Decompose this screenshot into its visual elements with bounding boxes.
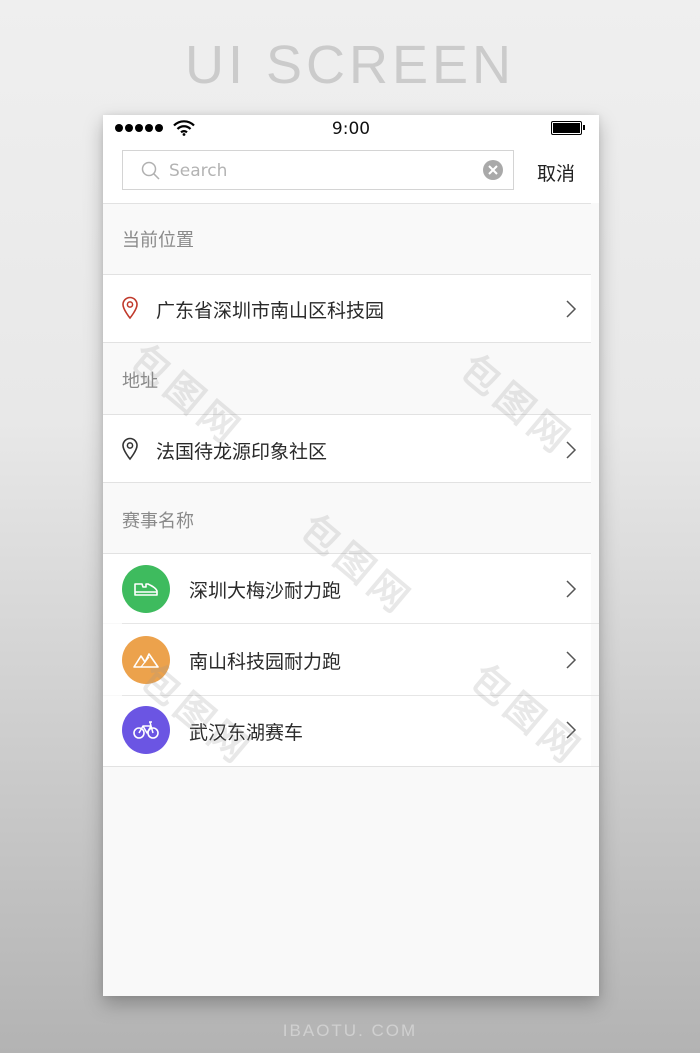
chevron-right-icon — [566, 300, 577, 318]
section-header-address: 地址 — [103, 343, 599, 414]
chevron-right-icon — [566, 651, 577, 669]
phone-screen: 9:00 Search 取消 当前位置 广东省深圳市南山区科技园 地址 法国待龙… — [103, 115, 599, 996]
event-icon-circle — [122, 565, 170, 613]
current-location-label: 广东省深圳市南山区科技园 — [156, 300, 385, 322]
hero-title: UI SCREEN — [184, 35, 516, 95]
section-title: 赛事名称 — [122, 511, 194, 532]
search-icon — [141, 161, 160, 180]
event-item[interactable]: 深圳大梅沙耐力跑 — [103, 554, 591, 623]
section-title: 地址 — [122, 371, 158, 392]
chevron-right-icon — [566, 580, 577, 598]
search-placeholder: Search — [169, 161, 228, 181]
section-header-current-location: 当前位置 — [103, 204, 599, 274]
address-label: 法国待龙源印象社区 — [156, 441, 328, 463]
chevron-right-icon — [566, 441, 577, 459]
status-time: 9:00 — [331, 119, 371, 139]
divider — [103, 766, 599, 767]
search-input[interactable]: Search — [122, 150, 514, 190]
battery-icon — [551, 121, 585, 135]
bicycle-icon — [133, 721, 159, 739]
map-pin-icon — [122, 296, 138, 320]
event-icon-circle — [122, 636, 170, 684]
footer-brand: IBAOTU. COM — [282, 1021, 418, 1040]
cancel-button[interactable]: 取消 — [537, 159, 575, 186]
clear-search-icon[interactable] — [483, 160, 503, 180]
event-item[interactable]: 武汉东湖赛车 — [103, 696, 591, 766]
sneaker-icon — [134, 583, 158, 596]
status-bar: 9:00 — [103, 115, 599, 143]
search-bar: Search 取消 — [103, 143, 599, 203]
event-icon-circle — [122, 706, 170, 754]
current-location-item[interactable]: 广东省深圳市南山区科技园 — [103, 275, 591, 342]
section-header-events: 赛事名称 — [103, 483, 599, 553]
chevron-right-icon — [566, 721, 577, 739]
address-item[interactable]: 法国待龙源印象社区 — [103, 415, 591, 482]
event-label: 深圳大梅沙耐力跑 — [189, 580, 342, 602]
event-item[interactable]: 南山科技园耐力跑 — [103, 624, 591, 695]
mountain-icon — [133, 653, 159, 668]
map-pin-icon — [122, 437, 138, 461]
event-label: 南山科技园耐力跑 — [189, 651, 342, 673]
section-title: 当前位置 — [122, 230, 194, 251]
event-label: 武汉东湖赛车 — [189, 722, 304, 744]
